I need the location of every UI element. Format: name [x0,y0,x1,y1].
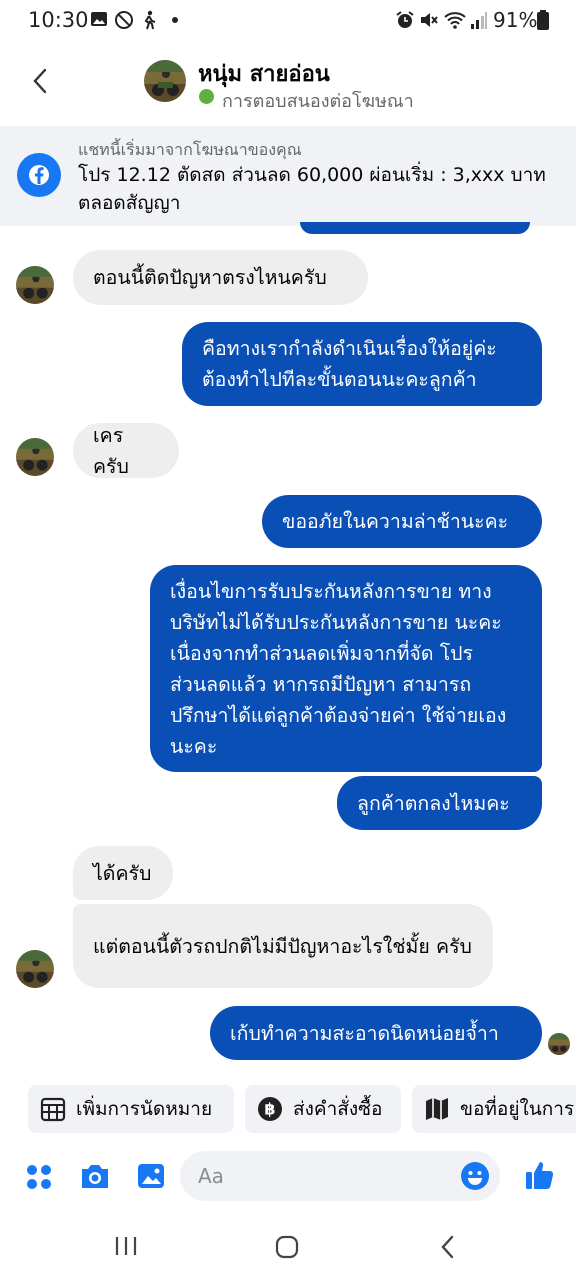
gallery-icon [91,12,107,26]
mute-icon [421,13,438,27]
recents-icon[interactable] [114,1235,138,1257]
svg-text:฿: ฿ [264,1100,275,1119]
quick-reply-order[interactable]: ฿ ส่งคำสั่งซื้อ [245,1085,401,1133]
back-icon[interactable] [438,1234,458,1260]
no-disturb-icon [115,11,133,29]
message-input[interactable] [180,1151,500,1201]
quick-reply-label: เพิ่มการนัดหมาย [76,1098,213,1120]
camera-icon[interactable] [79,1161,111,1191]
contact-avatar[interactable] [16,266,54,304]
dot-icon [172,17,178,23]
message-outgoing[interactable]: คือทางเรากำลังดำเนินเรื่องให้อยู่ค่ะ ต้อ… [182,322,542,406]
calendar-icon [40,1097,66,1122]
walking-icon [144,10,156,30]
emoji-icon[interactable] [460,1161,490,1191]
message-outgoing[interactable]: ขออภัยในความล่าช้านะคะ [262,495,542,548]
seen-avatar [548,1033,570,1055]
quick-reply-label: ขอที่อยู่ในการ [460,1098,575,1120]
battery-percent: 91% [493,8,538,32]
message-outgoing[interactable]: เงื่อนไขการรับประกันหลังการขาย ทางบริษัท… [150,565,542,772]
baht-icon: ฿ [258,1097,282,1121]
chevron-left-icon[interactable] [30,66,52,96]
previous-message-bubble [300,222,530,234]
contact-avatar[interactable] [144,60,186,102]
map-icon [426,1098,448,1120]
contact-avatar[interactable] [16,950,54,988]
quick-reply-label: ส่งคำสั่งซื้อ [293,1098,383,1120]
ad-caption: แชทนี้เริ่มมาจากโฆษณาของคุณ [78,140,302,159]
message-incoming[interactable]: ได้ครับ [73,846,173,900]
quick-reply-address[interactable]: ขอที่อยู่ในการ [412,1085,576,1133]
message-input-placeholder: Aa [198,1164,224,1188]
status-bar: 10:30 91% [0,0,576,42]
wifi-icon [444,12,466,29]
message-outgoing[interactable]: เก้บทำความสะอาดนิดหน่อยจ้ำา [210,1006,542,1060]
battery-icon [537,10,549,30]
quick-reply-appointment[interactable]: เพิ่มการนัดหมาย [28,1085,234,1133]
facebook-icon [17,153,61,197]
signal-icon [471,12,487,29]
contact-subtitle: การตอบสนองต่อโฆษณา [222,91,414,112]
ad-text: โปร 12.12 ตัดสด ส่วนลด 60,000 ผ่อนเริ่ม … [78,164,546,214]
apps-icon[interactable] [25,1163,53,1191]
gallery-icon[interactable] [136,1161,166,1191]
status-time: 10:30 [28,8,89,32]
alarm-icon [396,11,414,28]
message-incoming[interactable]: ตอนนี้ติดปัญหาตรงไหนครับ [73,250,368,305]
message-outgoing[interactable]: ลูกค้าตกลงไหมคะ [337,776,542,830]
home-icon[interactable] [274,1234,300,1260]
like-icon[interactable] [524,1159,556,1191]
message-incoming[interactable]: เครครับ [73,423,179,478]
message-incoming[interactable]: แต่ตอนนี้ตัวรถปกติไม่มีปัญหาอะไรใช่มั้ย … [73,904,493,988]
status-dot [199,89,214,104]
contact-avatar[interactable] [16,438,54,476]
